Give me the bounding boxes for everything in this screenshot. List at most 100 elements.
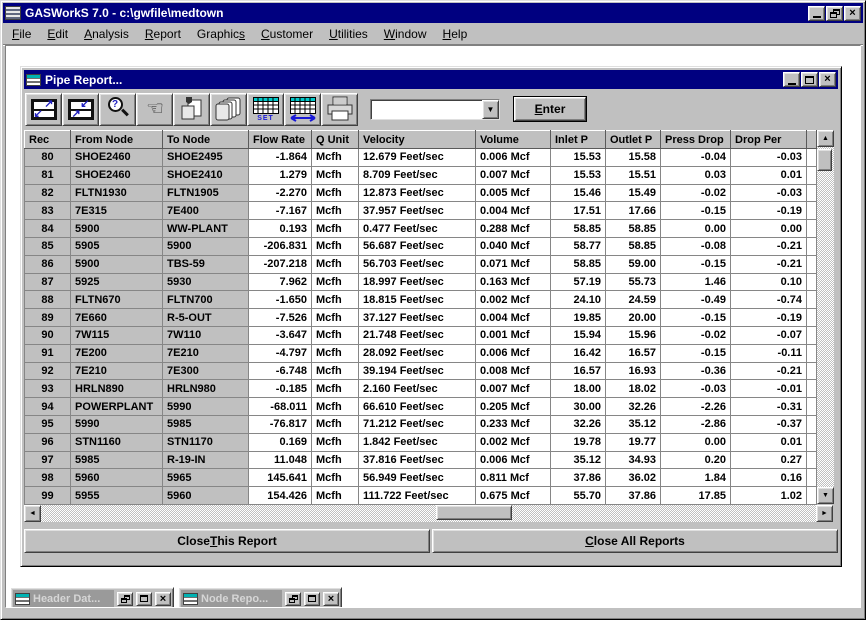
cell[interactable]: -0.21 — [731, 362, 807, 380]
cell[interactable]: 95 — [25, 415, 71, 433]
cell[interactable]: 5925 — [71, 273, 163, 291]
cell[interactable]: FLTN1930 — [71, 184, 163, 202]
report-maximize-button[interactable] — [801, 72, 818, 87]
cell[interactable]: 80 — [25, 149, 71, 167]
cell[interactable]: 20.00 — [606, 309, 661, 327]
cell[interactable]: Mcfh — [312, 326, 359, 344]
cell[interactable]: 1.279 — [249, 166, 312, 184]
cell[interactable]: -1.650 — [249, 291, 312, 309]
cell[interactable]: 5990 — [163, 398, 249, 416]
column-header-flow-rate[interactable]: Flow Rate — [249, 131, 312, 149]
cell[interactable]: -1.864 — [249, 149, 312, 167]
cell[interactable]: 16.57 — [551, 362, 606, 380]
cell[interactable]: 7E315 — [71, 202, 163, 220]
cell[interactable]: 0.288 Mcf — [476, 220, 551, 238]
cell[interactable]: 0.002 Mcf — [476, 433, 551, 451]
cell[interactable]: 88 — [25, 291, 71, 309]
menu-item-utilities[interactable]: Utilities — [321, 25, 376, 43]
cell[interactable]: TBS-59 — [163, 255, 249, 273]
cell[interactable]: SHOE2410 — [163, 166, 249, 184]
cell[interactable]: 19.77 — [606, 433, 661, 451]
cell[interactable]: 7W115 — [71, 326, 163, 344]
table-row[interactable]: 837E3157E400-7.167Mcfh37.957 Feet/sec0.0… — [25, 202, 817, 220]
copy-report-button[interactable] — [173, 93, 210, 126]
cell[interactable]: 0.001 Mcf — [476, 326, 551, 344]
cell[interactable]: 5955 — [71, 487, 163, 505]
cell[interactable]: 18.00 — [551, 380, 606, 398]
cell[interactable]: FLTN1905 — [163, 184, 249, 202]
cell[interactable]: -0.01 — [731, 380, 807, 398]
report-minimize-button[interactable] — [783, 72, 800, 87]
cell[interactable]: -0.15 — [661, 344, 731, 362]
shrink-report-button[interactable]: ↙↗ — [62, 93, 99, 126]
horizontal-scroll-track[interactable] — [41, 505, 816, 522]
cell[interactable]: 55.73 — [606, 273, 661, 291]
cell[interactable]: 0.169 — [249, 433, 312, 451]
cell[interactable]: 15.53 — [551, 149, 606, 167]
minimized-restore-button[interactable] — [117, 592, 133, 606]
cell[interactable]: 12.873 Feet/sec — [359, 184, 476, 202]
cell[interactable]: 0.00 — [731, 220, 807, 238]
print-button[interactable] — [321, 93, 358, 126]
cell[interactable]: 56.687 Feet/sec — [359, 237, 476, 255]
cell[interactable]: -7.526 — [249, 309, 312, 327]
cell[interactable]: HRLN980 — [163, 380, 249, 398]
combobox-dropdown-button[interactable]: ▼ — [482, 100, 499, 119]
menu-item-customer[interactable]: Customer — [253, 25, 321, 43]
horizontal-scroll-thumb[interactable] — [436, 505, 512, 520]
cell[interactable]: -0.08 — [661, 237, 731, 255]
cell[interactable]: 0.675 Mcf — [476, 487, 551, 505]
cell[interactable]: 58.85 — [551, 220, 606, 238]
cell[interactable]: Mcfh — [312, 149, 359, 167]
cell[interactable]: 58.85 — [551, 255, 606, 273]
cell[interactable]: -0.02 — [661, 184, 731, 202]
cell[interactable]: -206.831 — [249, 237, 312, 255]
cell[interactable]: -0.03 — [661, 380, 731, 398]
report-close-button[interactable]: × — [819, 72, 836, 87]
cell[interactable]: 16.42 — [551, 344, 606, 362]
cell[interactable]: 86 — [25, 255, 71, 273]
cell[interactable]: Mcfh — [312, 255, 359, 273]
cell[interactable]: 85 — [25, 237, 71, 255]
cell[interactable]: 39.194 Feet/sec — [359, 362, 476, 380]
cell[interactable]: -0.21 — [731, 255, 807, 273]
table-row[interactable]: 897E660R-5-OUT-7.526Mcfh37.127 Feet/sec0… — [25, 309, 817, 327]
cell[interactable]: 0.006 Mcf — [476, 149, 551, 167]
cell[interactable]: Mcfh — [312, 362, 359, 380]
cell[interactable]: FLTN700 — [163, 291, 249, 309]
cell[interactable]: SHOE2495 — [163, 149, 249, 167]
expand-report-button[interactable]: ↗↙ — [25, 93, 62, 126]
table-row[interactable]: 9859605965145.641Mcfh56.949 Feet/sec0.81… — [25, 469, 817, 487]
cell[interactable]: 0.005 Mcf — [476, 184, 551, 202]
report-icon[interactable] — [26, 74, 41, 86]
cell[interactable]: 58.77 — [551, 237, 606, 255]
vertical-scrollbar[interactable]: ▲ ▼ — [817, 130, 834, 504]
cell[interactable]: 1.84 — [661, 469, 731, 487]
cell[interactable]: 18.02 — [606, 380, 661, 398]
cell[interactable]: 7E400 — [163, 202, 249, 220]
cell[interactable]: 57.19 — [551, 273, 606, 291]
table-row[interactable]: 865900TBS-59-207.218Mcfh56.703 Feet/sec0… — [25, 255, 817, 273]
cell[interactable]: 55.70 — [551, 487, 606, 505]
cell[interactable]: 66.610 Feet/sec — [359, 398, 476, 416]
minimized-caption[interactable]: Node Repo... — [181, 590, 282, 607]
column-header-q-unit[interactable]: Q Unit — [312, 131, 359, 149]
column-header-outlet-p[interactable]: Outlet P — [606, 131, 661, 149]
cell[interactable]: 17.66 — [606, 202, 661, 220]
cell[interactable]: 0.071 Mcf — [476, 255, 551, 273]
close-this-report-button[interactable]: Close This Report — [24, 529, 430, 553]
column-header-inlet-p[interactable]: Inlet P — [551, 131, 606, 149]
table-row[interactable]: 8559055900-206.831Mcfh56.687 Feet/sec0.0… — [25, 237, 817, 255]
cell[interactable]: 59.00 — [606, 255, 661, 273]
cell[interactable]: 0.16 — [731, 469, 807, 487]
cell[interactable]: 96 — [25, 433, 71, 451]
cell[interactable]: -76.817 — [249, 415, 312, 433]
cell[interactable]: 90 — [25, 326, 71, 344]
cell[interactable]: -4.797 — [249, 344, 312, 362]
cell[interactable]: 5900 — [71, 220, 163, 238]
cell[interactable]: 97 — [25, 451, 71, 469]
column-header-to-node[interactable]: To Node — [163, 131, 249, 149]
cell[interactable]: 15.96 — [606, 326, 661, 344]
menu-item-report[interactable]: Report — [137, 25, 189, 43]
cell[interactable]: Mcfh — [312, 469, 359, 487]
